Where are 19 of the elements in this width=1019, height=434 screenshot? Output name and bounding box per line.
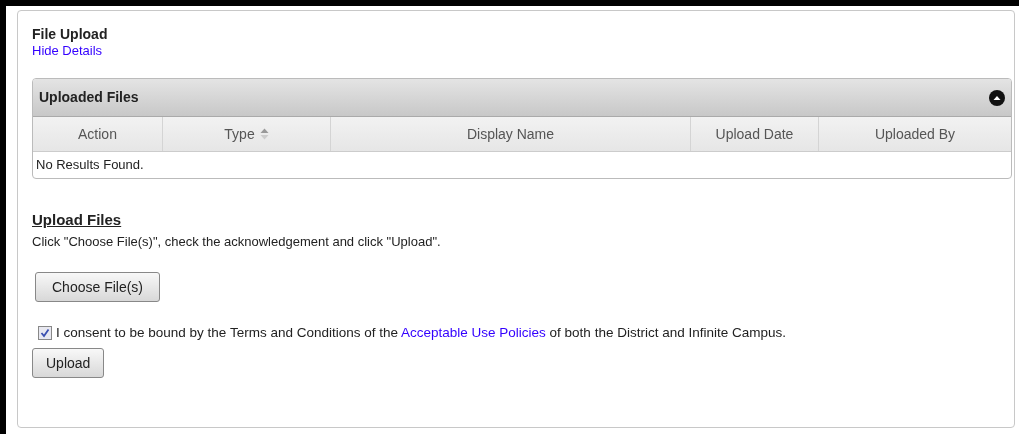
instructions-text: Click "Choose File(s)", check the acknowledgement and click "Upload". xyxy=(32,234,441,250)
consent-text: I consent to be bound by the Terms and Conditions of the Acceptable Use Policies of both the District and Infinite Campus. xyxy=(56,324,786,342)
table-title: Uploaded Files xyxy=(39,88,139,107)
sort-icon xyxy=(259,128,269,140)
column-header[interactable]: Uploaded By xyxy=(819,117,1011,151)
column-header[interactable]: Display Name xyxy=(331,117,691,151)
upload-files-heading: Upload Files xyxy=(32,211,122,229)
consent-checkbox[interactable] xyxy=(38,326,52,341)
column-header[interactable]: Upload Date xyxy=(691,117,819,151)
choose-files-button[interactable]: Choose File(s) xyxy=(35,272,161,302)
checkmark-icon xyxy=(40,328,50,339)
empty-message: No Results Found. xyxy=(35,156,145,175)
acceptable-use-policies-link[interactable]: Acceptable Use Policies xyxy=(401,325,546,340)
collapse-icon[interactable] xyxy=(989,89,1005,106)
hide-details-link[interactable]: Hide Details xyxy=(32,43,103,59)
panel-title: File Upload xyxy=(32,25,108,43)
column-header[interactable]: Action xyxy=(33,117,163,151)
upload-button[interactable]: Upload xyxy=(32,348,105,379)
column-header[interactable]: Type xyxy=(163,117,331,151)
